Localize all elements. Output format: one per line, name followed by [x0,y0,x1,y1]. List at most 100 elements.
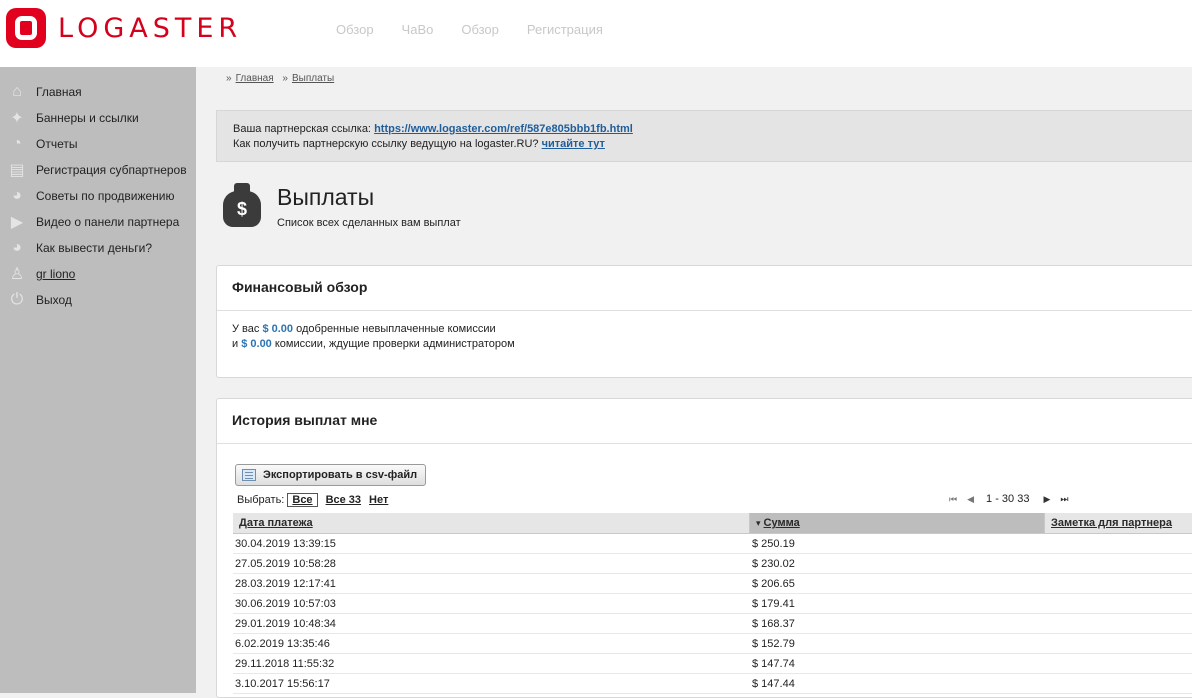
home-icon: ⌂ [12,83,22,100]
select-all-link[interactable]: Все [287,493,318,507]
cell-note [1045,614,1192,633]
cell-date: 30.06.2019 10:57:03 [235,598,336,610]
referral-question: Как получить партнерскую ссылку ведущую … [233,138,539,150]
cell-note [1045,594,1192,613]
sidebar-item-promotion-tips[interactable]: ◕ Советы по продвижению [0,183,196,209]
cell-amount: $ 147.44 [752,678,795,690]
pager-range: 1 - 30 33 [986,493,1030,505]
top-nav-overview-2[interactable]: Обзор [461,22,499,37]
sidebar-item-label: Регистрация субпартнеров [36,163,187,177]
cell-amount: $ 206.65 [752,578,795,590]
breadcrumb-home[interactable]: Главная [236,73,274,84]
page-header: $ Выплаты Список всех сделанных вам выпл… [222,181,461,231]
sidebar-item-label: Выход [36,293,72,307]
sidebar-item-reports[interactable]: ◔ Отчеты [0,131,196,157]
referral-link[interactable]: https://www.logaster.com/ref/587e805bbb1… [374,123,633,135]
financial-line2-prefix: и [232,338,239,350]
cell-note [1045,654,1192,673]
sidebar-item-label: Видео о панели партнера [36,215,180,229]
top-nav-registration[interactable]: Регистрация [527,22,603,37]
top-nav-overview[interactable]: Обзор [336,22,374,37]
cell-date: 28.03.2019 12:17:41 [235,578,336,590]
money-bag-icon: $ [222,181,262,231]
table-header: Дата платежа Сумма Заметка для партнера [233,513,1192,534]
sidebar-item-label: Как вывести деньги? [36,241,153,255]
select-none-link[interactable]: Нет [369,494,388,506]
select-row: Выбрать: Все Все 33 Нет [237,493,388,507]
breadcrumb-current[interactable]: Выплаты [292,73,334,84]
sidebar-item-label: gr liono [36,267,76,281]
cell-amount: $ 168.37 [752,618,795,630]
column-header-amount[interactable]: Сумма [750,513,1045,534]
cell-amount: $ 152.79 [752,638,795,650]
cell-amount: $ 230.02 [752,558,795,570]
power-icon: ⏻ [10,291,24,308]
breadcrumb: » Главная » Выплаты [226,73,340,84]
sidebar-item-home[interactable]: ⌂ Главная [0,79,196,105]
next-page-icon[interactable]: ▶ [1043,494,1050,505]
sidebar-item-label: Отчеты [36,137,78,151]
sidebar-item-banners[interactable]: ✦ Баннеры и ссылки [0,105,196,131]
register-icon: ▤ [9,162,25,179]
header: LOGASTER Обзор ЧаВо Обзор Регистрация [0,0,1192,67]
column-header-date[interactable]: Дата платежа [233,513,750,534]
cell-amount: $ 250.19 [752,538,795,550]
table-row: 27.05.2019 10:58:28 $ 230.02 [233,554,1192,574]
financial-line1-suffix: одобренные невыплаченные комиссии [296,323,496,335]
financial-overview-card: Финансовый обзор У вас $ 0.00 одобренные… [216,265,1192,378]
sidebar-item-label: Советы по продвижению [36,189,175,203]
read-here-link[interactable]: читайте тут [542,138,605,150]
export-csv-button[interactable]: Экспортировать в csv-файл [235,464,427,486]
breadcrumb-separator-icon: » [282,73,288,84]
logo[interactable]: LOGASTER [6,8,242,48]
financial-overview-title: Финансовый обзор [217,266,1192,311]
sidebar-item-label: Баннеры и ссылки [36,111,139,125]
chart-icon: ◕ [12,187,22,204]
page-title: Выплаты [277,184,375,210]
table-row: 29.11.2018 11:55:32 $ 147.74 [233,654,1192,674]
referral-prefix: Ваша партнерская ссылка: [233,123,371,135]
cell-note [1045,574,1192,593]
pager: ⏮ ◀ 1 - 30 33 ▶ ⏭ [949,493,1078,505]
top-nav-faq[interactable]: ЧаВо [402,22,434,37]
logo-icon [6,8,46,48]
referral-box: Ваша партнерская ссылка: https://www.log… [216,110,1192,162]
page-subtitle: Список всех сделанных вам выплат [277,217,461,229]
table-row: 30.06.2019 10:57:03 $ 179.41 [233,594,1192,614]
sidebar-item-video[interactable]: ▶ Видео о панели партнера [0,209,196,235]
last-page-icon[interactable]: ⏭ [1060,494,1068,505]
pending-amount: $ 0.00 [241,338,272,350]
sidebar-item-user[interactable]: ♙ gr liono [0,261,196,287]
cell-date: 27.05.2019 10:58:28 [235,558,336,570]
cell-date: 30.04.2019 13:39:15 [235,538,336,550]
cell-amount: $ 147.74 [752,658,795,670]
column-header-note[interactable]: Заметка для партнера [1045,513,1192,534]
cell-amount: $ 179.41 [752,598,795,610]
sidebar: ⌂ Главная ✦ Баннеры и ссылки ◔ Отчеты ▤ … [0,67,196,693]
table-row: 29.01.2019 10:48:34 $ 168.37 [233,614,1192,634]
sidebar-item-withdraw[interactable]: ◕ Как вывести деньги? [0,235,196,261]
cell-note [1045,674,1192,693]
select-label: Выбрать: [237,494,285,506]
approved-amount: $ 0.00 [262,323,294,335]
top-nav: Обзор ЧаВо Обзор Регистрация [336,22,631,37]
sidebar-item-logout[interactable]: ⏻ Выход [0,287,196,313]
prev-page-icon[interactable]: ◀ [967,494,974,505]
cell-date: 6.02.2019 13:35:46 [235,638,330,650]
cell-note [1045,534,1192,553]
select-all33-link[interactable]: Все 33 [326,494,361,506]
financial-line1-prefix: У вас [232,323,260,335]
chart-icon: ◕ [12,239,22,256]
first-page-icon[interactable]: ⏮ [949,494,957,505]
video-icon: ▶ [10,214,24,231]
cell-note [1045,554,1192,573]
table-row: 6.02.2019 13:35:46 $ 152.79 [233,634,1192,654]
payout-history-card: История выплат мне Экспортировать в csv-… [216,398,1192,698]
logo-text: LOGASTER [58,12,243,44]
payout-history-title: История выплат мне [217,399,1192,444]
pie-chart-icon: ◔ [12,135,22,152]
table-row: 3.10.2017 15:56:17 $ 147.44 [233,674,1192,694]
payout-table: Дата платежа Сумма Заметка для партнера … [233,513,1192,694]
sidebar-item-subpartners[interactable]: ▤ Регистрация субпартнеров [0,157,196,183]
cell-date: 29.01.2019 10:48:34 [235,618,336,630]
